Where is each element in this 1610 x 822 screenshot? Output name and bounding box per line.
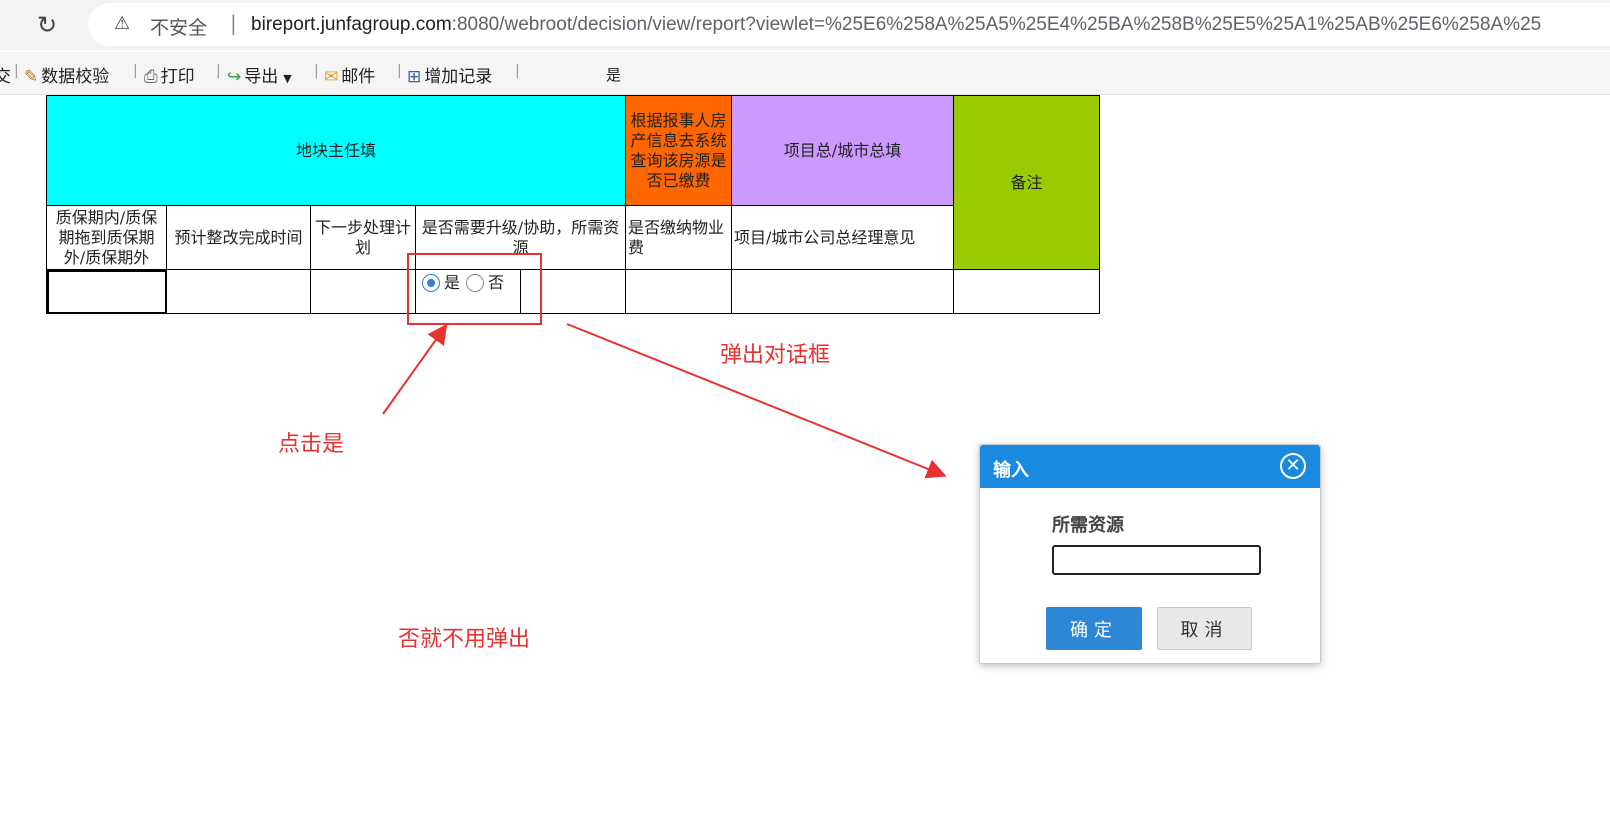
cancel-button[interactable]: 取消	[1157, 607, 1252, 650]
annotation-click-yes: 点击是	[278, 432, 345, 457]
annotation-no-popup: 否就不用弹出	[398, 627, 531, 652]
dialog-title: 输入	[993, 460, 1029, 481]
ok-button[interactable]: 确定	[1046, 607, 1142, 650]
dialog-field-label: 所需资源	[1052, 515, 1124, 536]
resource-input[interactable]	[1052, 545, 1261, 575]
close-icon[interactable]: ✕	[1280, 453, 1306, 479]
dialog-header: 输入 ✕	[980, 445, 1320, 488]
input-dialog: 输入 ✕ 所需资源 确定 取消	[979, 444, 1321, 664]
annotation-arrows	[382, 323, 947, 479]
annotation-popup-dialog: 弹出对话框	[720, 343, 831, 368]
arrow-to-radio	[382, 323, 448, 415]
